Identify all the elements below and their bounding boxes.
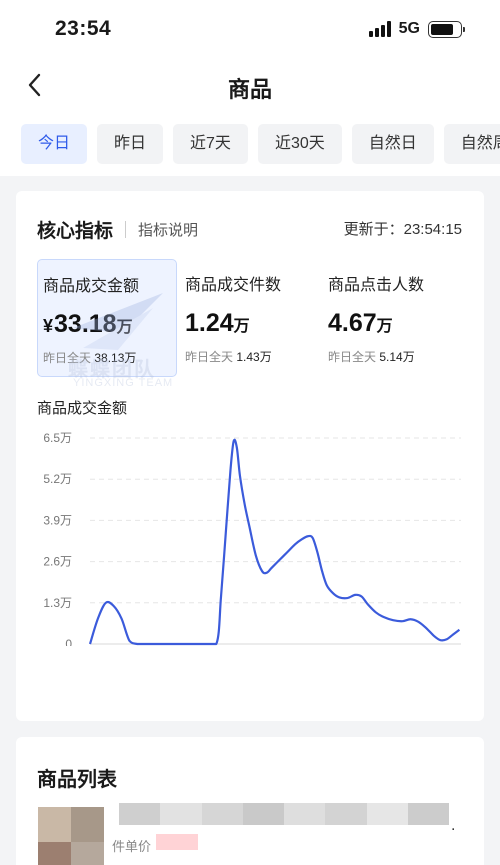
signal-icon [368, 21, 391, 37]
chart-title: 商品成交金额 [37, 400, 128, 417]
product-name-redacted [119, 803, 449, 825]
core-metrics-title: 核心指标 [37, 221, 114, 242]
nav-bar: 商品 [0, 60, 500, 112]
tab-2[interactable]: 近7天 [173, 124, 248, 164]
y-tick-label: 5.2万 [43, 472, 72, 486]
core-metrics-card: 核心指标 指标说明 更新于：23:54:15 商品成交金额 ¥33.18万 昨日… [16, 191, 484, 721]
product-list-card: 商品列表 . 件单价 [16, 737, 484, 865]
metric-yesterday: 昨日全天 38.13万 [43, 351, 137, 365]
tab-5[interactable]: 自然周 [443, 124, 500, 164]
series-line [88, 438, 461, 646]
status-time: 23:54 [55, 17, 112, 40]
metric-label: 商品成交件数 [185, 277, 282, 294]
header-divider [125, 221, 127, 238]
y-tick-label: 3.9万 [43, 513, 72, 527]
metric-yesterday: 昨日全天 5.14万 [328, 350, 415, 364]
y-tick-label: 6.5万 [43, 431, 72, 445]
metric-units-sold[interactable]: 商品成交件数 1.24万 昨日全天 1.43万 [180, 259, 320, 377]
page-title: 商品 [227, 77, 272, 102]
metric-value: ¥33.18万 [43, 310, 133, 338]
metric-click-users[interactable]: 商品点击人数 4.67万 昨日全天 5.14万 [323, 259, 463, 377]
metric-value: 4.67万 [328, 309, 393, 337]
y-tick-label: 0 [65, 637, 72, 646]
status-bar: 23:54 5G [0, 0, 500, 60]
y-tick-label: 1.3万 [43, 596, 72, 610]
metric-value: 1.24万 [185, 309, 250, 337]
network-type: 5G [398, 20, 420, 37]
status-indicators: 5G [368, 20, 465, 38]
battery-icon [428, 20, 465, 38]
gmv-line-chart: 01.3万2.6万3.9万5.2万6.5万00:0004:0008:0012:0… [43, 431, 461, 646]
tab-0[interactable]: 今日 [21, 124, 88, 164]
date-range-tabs: 今日昨日近7天近30天自然日自然周自然月 [0, 112, 500, 176]
metric-label: 商品点击人数 [328, 277, 425, 294]
product-thumbnail[interactable] [38, 807, 104, 865]
unit-price-label: 件单价 [112, 839, 152, 854]
metric-gmv[interactable]: 商品成交金额 ¥33.18万 昨日全天 38.13万 [37, 259, 177, 377]
metric-label: 商品成交金额 [43, 278, 140, 295]
unit-price-redacted [156, 834, 198, 850]
tab-3[interactable]: 近30天 [257, 124, 342, 164]
metrics-explain-link[interactable]: 指标说明 [138, 219, 198, 240]
overflow-dot: . [451, 817, 456, 834]
y-tick-label: 2.6万 [43, 555, 72, 569]
update-time: 更新于：23:54:15 [343, 221, 462, 238]
metric-tiles: 商品成交金额 ¥33.18万 昨日全天 38.13万 商品成交件数 1.24万 … [37, 259, 467, 379]
tab-1[interactable]: 昨日 [97, 124, 164, 164]
core-metrics-header: 核心指标 指标说明 [37, 216, 198, 243]
tab-4[interactable]: 自然日 [351, 124, 434, 164]
product-list-title: 商品列表 [37, 769, 117, 791]
metric-yesterday: 昨日全天 1.43万 [185, 350, 272, 364]
